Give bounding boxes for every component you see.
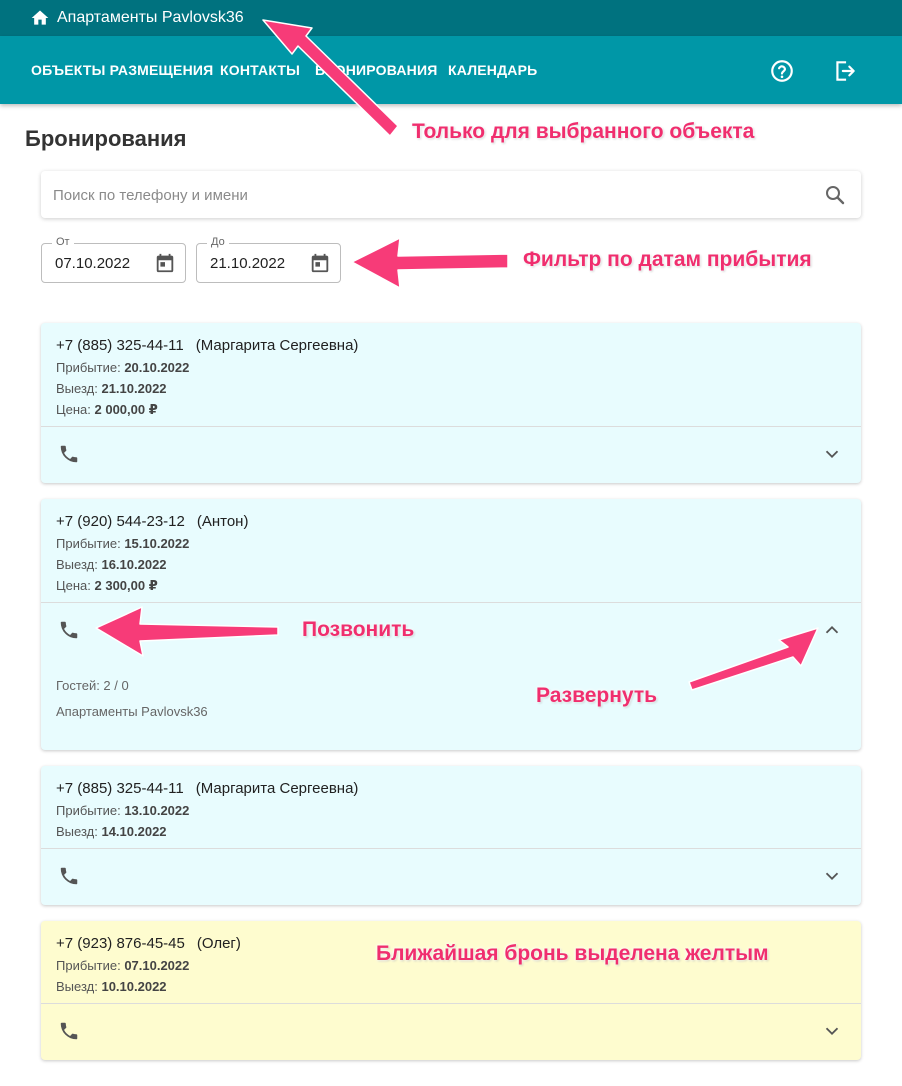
date-from-label: От <box>52 236 74 248</box>
booking-property: Апартаменты Pavlovsk36 <box>56 704 208 719</box>
booking-arrival: Прибытие: 13.10.2022 <box>56 803 190 818</box>
nav-calendar[interactable]: КАЛЕНДАРЬ <box>448 62 537 78</box>
calendar-icon[interactable] <box>154 252 176 274</box>
annotation-expand: Развернуть <box>536 684 658 707</box>
annotation-date-filter: Фильтр по датам прибытия <box>523 248 812 271</box>
chevron-down-icon[interactable] <box>821 1020 843 1042</box>
search-icon[interactable] <box>823 183 847 207</box>
search-input[interactable] <box>53 183 813 207</box>
phone-icon[interactable] <box>58 865 80 887</box>
booking-phone: +7 (885) 325-44-11 <box>56 780 184 797</box>
logout-icon[interactable] <box>832 58 858 84</box>
divider <box>41 848 861 849</box>
booking-phone: +7 (923) 876-45-45 <box>56 935 185 952</box>
chevron-down-icon[interactable] <box>821 865 843 887</box>
chevron-up-icon[interactable] <box>821 619 843 641</box>
booking-price: Цена: 2 000,00 ₽ <box>56 402 158 417</box>
chevron-down-icon[interactable] <box>821 443 843 465</box>
divider <box>41 602 861 603</box>
booking-phone: +7 (920) 544-23-12 <box>56 513 185 530</box>
booking-departure: Выезд: 14.10.2022 <box>56 824 167 839</box>
date-from-field[interactable]: От 07.10.2022 <box>41 236 186 283</box>
date-to-value[interactable]: 21.10.2022 <box>210 255 285 272</box>
booking-price: Цена: 2 300,00 ₽ <box>56 578 158 593</box>
app-topbar: Апартаменты Pavlovsk36 <box>0 0 902 36</box>
annotation-nearest: Ближайшая бронь выделена желтым <box>376 942 769 965</box>
nav-bookings[interactable]: БРОНИРОВАНИЯ <box>315 62 437 78</box>
booking-guest-name: (Антон) <box>196 513 249 530</box>
phone-icon[interactable] <box>58 619 80 641</box>
divider <box>41 426 861 427</box>
booking-departure: Выезд: 16.10.2022 <box>56 557 167 572</box>
phone-icon[interactable] <box>58 1020 80 1042</box>
property-title[interactable]: Апартаменты Pavlovsk36 <box>57 9 244 27</box>
page-title: Бронирования <box>25 126 187 151</box>
booking-arrival: Прибытие: 15.10.2022 <box>56 536 190 551</box>
booking-guests: Гостей: 2 / 0 <box>56 678 129 693</box>
booking-guest-name: (Маргарита Сергеевна) <box>195 780 359 797</box>
main-navbar: ОБЪЕКТЫ РАЗМЕЩЕНИЯ КОНТАКТЫ БРОНИРОВАНИЯ… <box>0 36 902 104</box>
phone-icon[interactable] <box>58 443 80 465</box>
booking-header: +7 (920) 544-23-12 (Антон) <box>56 513 248 530</box>
booking-header: +7 (885) 325-44-11 (Маргарита Сергеевна) <box>56 337 358 354</box>
date-to-label: До <box>207 236 229 248</box>
booking-departure: Выезд: 21.10.2022 <box>56 381 167 396</box>
divider <box>41 1003 861 1004</box>
booking-card-expanded[interactable]: +7 (920) 544-23-12 (Антон) Прибытие: 15.1… <box>41 499 861 750</box>
help-circle-icon[interactable] <box>769 58 795 84</box>
booking-card[interactable]: +7 (885) 325-44-11 (Маргарита Сергеевна) … <box>41 323 861 483</box>
date-from-value[interactable]: 07.10.2022 <box>55 255 130 272</box>
search-box <box>41 171 861 218</box>
annotation-only-selected: Только для выбранного объекта <box>412 120 755 143</box>
booking-arrival: Прибытие: 20.10.2022 <box>56 360 190 375</box>
booking-guest-name: (Маргарита Сергеевна) <box>195 337 359 354</box>
annotation-call: Позвонить <box>302 618 415 641</box>
booking-departure: Выезд: 10.10.2022 <box>56 979 167 994</box>
date-to-field[interactable]: До 21.10.2022 <box>196 236 341 283</box>
calendar-icon[interactable] <box>309 252 331 274</box>
booking-phone: +7 (885) 325-44-11 <box>56 337 184 354</box>
booking-arrival: Прибытие: 07.10.2022 <box>56 958 190 973</box>
nav-contacts[interactable]: КОНТАКТЫ <box>220 62 300 78</box>
booking-header: +7 (923) 876-45-45 (Олег) <box>56 935 241 952</box>
arrow-to-date-filter <box>351 237 509 289</box>
booking-guest-name: (Олег) <box>196 935 241 952</box>
booking-card[interactable]: +7 (885) 325-44-11 (Маргарита Сергеевна) … <box>41 766 861 905</box>
home-icon <box>31 10 49 25</box>
booking-header: +7 (885) 325-44-11 (Маргарита Сергеевна) <box>56 780 358 797</box>
nav-properties[interactable]: ОБЪЕКТЫ РАЗМЕЩЕНИЯ <box>31 62 213 78</box>
